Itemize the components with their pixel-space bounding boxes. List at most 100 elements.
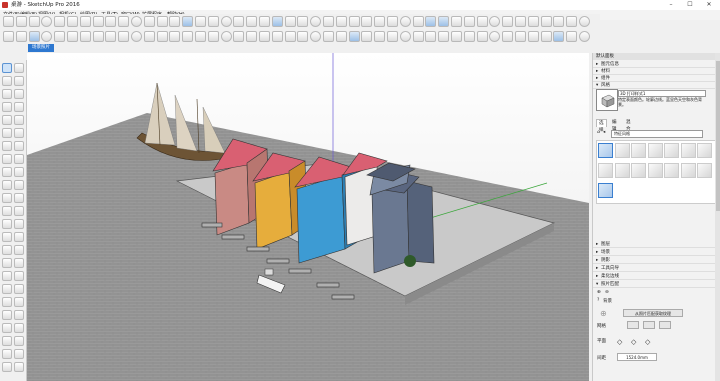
toolbar-tool-icon[interactable] — [92, 16, 104, 27]
toolbar-tool-icon[interactable] — [297, 16, 309, 27]
toolbar-tool-icon[interactable] — [105, 16, 117, 27]
toolbar-tool-icon[interactable] — [566, 31, 578, 42]
left-tool-icon[interactable] — [2, 206, 12, 216]
toolbar-tool-icon[interactable] — [156, 16, 168, 27]
toolbar-tool-icon[interactable] — [143, 16, 155, 27]
left-tool-icon[interactable] — [2, 102, 12, 112]
toolbar-tool-icon[interactable] — [3, 31, 14, 42]
style-thumbnail-cell[interactable] — [680, 143, 696, 158]
style-thumbnail-cell[interactable] — [598, 143, 613, 158]
plane-red-blue-icon[interactable]: ◇ — [631, 338, 636, 346]
home-icon[interactable]: ⌂ — [597, 130, 600, 135]
toolbar-tool-icon[interactable] — [182, 31, 194, 42]
toolbar-tool-icon[interactable] — [271, 31, 283, 42]
left-tool-icon[interactable] — [14, 180, 24, 190]
left-tool-icon[interactable] — [2, 89, 12, 99]
toolbar-tool-icon[interactable] — [412, 31, 424, 42]
left-tool-icon[interactable] — [14, 89, 24, 99]
left-tool-icon[interactable] — [2, 258, 12, 268]
tray-section-soften[interactable]: ▸ 柔化边线 — [593, 273, 715, 280]
left-tool-icon[interactable] — [14, 271, 24, 281]
toolbar-tool-icon[interactable] — [169, 16, 181, 27]
scene-tab[interactable]: 场景照片 — [28, 44, 54, 52]
style-description[interactable]: 特定表面颜色。轮廓边线。蓝显色天空和灰色背景。 — [618, 97, 703, 107]
toolbar-tool-icon[interactable] — [502, 31, 514, 42]
toolbar-tool-icon[interactable] — [15, 31, 27, 42]
toolbar-tool-icon[interactable] — [195, 16, 206, 27]
left-tool-icon[interactable] — [2, 115, 12, 125]
toolbar-tool-icon[interactable] — [3, 16, 14, 27]
toolbar-tool-icon[interactable] — [54, 31, 66, 42]
back-icon[interactable]: ◂ — [603, 130, 605, 135]
toolbar-tool-icon[interactable] — [451, 31, 462, 42]
toolbar-tool-icon[interactable] — [540, 31, 552, 42]
left-tool-icon[interactable] — [14, 76, 24, 86]
left-tool-icon[interactable] — [14, 167, 24, 177]
toolbar-tool-icon[interactable] — [361, 16, 373, 27]
toolbar-tool-icon[interactable] — [246, 16, 258, 27]
toolbar-tool-icon[interactable] — [323, 16, 334, 27]
toolbar-tool-icon[interactable] — [67, 16, 78, 27]
spacing-input[interactable]: 1524.0mm — [617, 353, 657, 361]
toolbar-tool-icon[interactable] — [220, 31, 232, 42]
style-thumbnail-cell[interactable] — [598, 183, 613, 198]
left-tool-icon[interactable] — [2, 336, 12, 346]
left-tool-icon[interactable] — [2, 271, 12, 281]
tray-scrollbar[interactable] — [715, 53, 720, 381]
left-tool-icon[interactable] — [2, 323, 12, 333]
toolbar-tool-icon[interactable] — [195, 31, 206, 42]
style-thumbnail-cell[interactable] — [647, 163, 663, 178]
left-tool-icon[interactable] — [2, 180, 12, 190]
toolbar-tool-icon[interactable] — [425, 16, 437, 27]
toolbar-tool-icon[interactable] — [41, 16, 53, 27]
left-tool-icon[interactable] — [2, 284, 12, 294]
plane-green-blue-icon[interactable]: ◇ — [645, 338, 650, 346]
close-button[interactable]: ✕ — [702, 0, 716, 10]
style-3-button[interactable] — [659, 321, 671, 329]
left-tool-icon[interactable] — [14, 141, 24, 151]
toolbar-tool-icon[interactable] — [489, 31, 501, 42]
toolbar-tool-icon[interactable] — [399, 16, 411, 27]
toolbar-tool-icon[interactable] — [92, 31, 104, 42]
left-tool-icon[interactable] — [14, 115, 24, 125]
grab-texture-button[interactable]: 从照片匹配获取纹理 — [623, 309, 683, 317]
toolbar-tool-icon[interactable] — [387, 16, 398, 27]
toolbar-tool-icon[interactable] — [284, 16, 296, 27]
toolbar-tool-icon[interactable] — [553, 31, 565, 42]
toolbar-tool-icon[interactable] — [579, 31, 590, 42]
style-thumbnail-cell[interactable] — [614, 143, 630, 158]
toolbar-tool-icon[interactable] — [438, 31, 450, 42]
toolbar-tool-icon[interactable] — [220, 16, 232, 27]
minimize-button[interactable]: – — [664, 0, 678, 10]
left-tool-icon[interactable] — [14, 206, 24, 216]
toolbar-tool-icon[interactable] — [335, 16, 347, 27]
toolbar-tool-icon[interactable] — [233, 31, 245, 42]
left-tool-icon[interactable] — [2, 232, 12, 242]
left-tool-icon[interactable] — [2, 362, 12, 372]
tray-section-materials[interactable]: ▸ 材料 — [593, 68, 715, 75]
toolbar-tool-icon[interactable] — [310, 31, 322, 42]
toolbar-tool-icon[interactable] — [348, 31, 360, 42]
left-tool-icon[interactable] — [2, 349, 12, 359]
left-tool-icon[interactable] — [14, 258, 24, 268]
tray-section-instructor[interactable]: ▸ 工具向导 — [593, 265, 715, 272]
help-icon[interactable]: ? — [597, 298, 599, 303]
tray-section-layers[interactable]: ▸ 图层 — [593, 241, 715, 248]
tray-section-scenes[interactable]: ▸ 场景 — [593, 249, 715, 256]
style-thumbnail-cell[interactable] — [664, 163, 679, 178]
toolbar-tool-icon[interactable] — [463, 31, 475, 42]
toolbar-tool-icon[interactable] — [387, 31, 398, 42]
toolbar-tool-icon[interactable] — [79, 16, 91, 27]
toolbar-tool-icon[interactable] — [271, 16, 283, 27]
style-1-button[interactable] — [627, 321, 639, 329]
left-tool-icon[interactable] — [2, 193, 12, 203]
style-thumbnail-cell[interactable] — [631, 163, 646, 178]
toolbar-tool-icon[interactable] — [233, 16, 245, 27]
toolbar-tool-icon[interactable] — [361, 31, 373, 42]
style-thumbnail-cell[interactable] — [598, 163, 613, 178]
toolbar-tool-icon[interactable] — [28, 31, 40, 42]
left-tool-icon[interactable] — [2, 219, 12, 229]
style-thumbnail-cell[interactable] — [697, 163, 712, 178]
style-thumbnail-cell[interactable] — [647, 143, 663, 158]
style-library-select[interactable]: 特征风格 — [611, 130, 703, 138]
